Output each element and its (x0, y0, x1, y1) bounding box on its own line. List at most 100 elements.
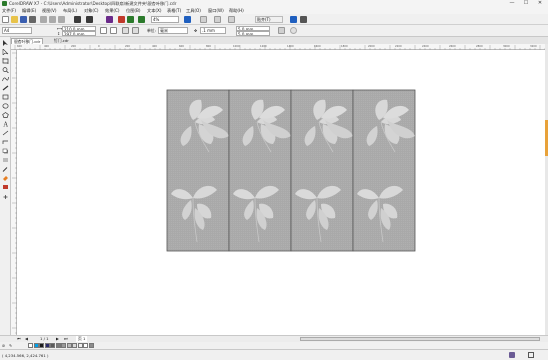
page-navigator: ⏮ ◀ 1 / 1 ▶ ⏭ 页 1 (0, 335, 548, 342)
next-page-button[interactable]: ▶ (56, 336, 59, 341)
zoom-level-select[interactable]: 4% (151, 16, 179, 23)
cut-icon[interactable] (40, 16, 47, 23)
pick-tool-icon[interactable] (2, 40, 9, 46)
save-icon[interactable] (20, 16, 27, 23)
all-pages-icon[interactable] (122, 27, 129, 34)
polygon-tool-icon[interactable] (2, 112, 9, 118)
document-tabs: 银杏叶移门.cdr 钉门.cdr (0, 37, 548, 44)
landscape-icon[interactable] (110, 27, 117, 34)
paste-icon[interactable] (58, 16, 65, 23)
door-panel[interactable] (290, 89, 354, 252)
color-swatch[interactable] (66, 343, 72, 348)
ruler-tick-label: 3200 (530, 44, 537, 48)
welcome-screen-icon[interactable] (300, 16, 307, 23)
ruler-tick-label: 1800 (341, 44, 348, 48)
last-page-button[interactable]: ⏭ (64, 336, 67, 341)
export-icon[interactable] (127, 16, 134, 23)
text-tool-icon[interactable]: A (2, 121, 9, 128)
snap-to-dropdown[interactable]: 贴齐(T) (255, 16, 283, 23)
portrait-icon[interactable] (100, 27, 107, 34)
current-page-icon[interactable] (132, 27, 139, 34)
import-icon[interactable] (118, 16, 125, 23)
color-swatch[interactable] (61, 343, 66, 348)
color-swatch[interactable] (72, 343, 77, 348)
units-select[interactable]: 毫米 (158, 27, 188, 34)
fill-icon[interactable] (509, 352, 515, 358)
eyedropper-icon[interactable] (2, 166, 9, 172)
color-swatch[interactable] (50, 343, 55, 348)
ellipse-tool-icon[interactable] (2, 103, 9, 109)
duplicate-y-field[interactable]: 5.0 mm (236, 31, 270, 36)
treat-as-filled-icon[interactable] (278, 27, 285, 34)
interactive-fill-icon[interactable] (2, 175, 9, 181)
title-bar: CorelDRAW X7 - C:\Users\Administrator\De… (0, 0, 548, 7)
show-rulers-icon[interactable] (200, 16, 207, 23)
add-tool-icon[interactable] (2, 194, 9, 200)
zoom-tool-icon[interactable] (2, 67, 9, 74)
full-screen-icon[interactable] (184, 16, 191, 23)
ruler-tick-label: 3000 (503, 44, 510, 48)
door-panel[interactable] (166, 89, 230, 252)
horizontal-scrollbar[interactable] (300, 337, 540, 341)
transparency-icon[interactable] (2, 157, 9, 163)
ruler-tick-label: 400 (44, 44, 49, 48)
show-grid-icon[interactable] (214, 16, 221, 23)
color-swatch[interactable] (44, 343, 50, 348)
nudge-distance-field[interactable]: .1 mm (200, 27, 226, 34)
shape-tool-icon[interactable] (2, 48, 9, 56)
show-guidelines-icon[interactable] (228, 16, 235, 23)
toolbox: A (0, 37, 11, 340)
door-panel[interactable] (352, 89, 416, 252)
freehand-tool-icon[interactable] (2, 76, 9, 82)
parallel-dimension-icon[interactable] (2, 130, 9, 136)
ruler-tick-label: 600 (179, 44, 184, 48)
svg-text:A: A (3, 121, 9, 127)
ruler-tick-label: 200 (71, 44, 76, 48)
color-swatch[interactable] (83, 343, 88, 348)
maximize-button[interactable]: ☐ (519, 0, 533, 7)
redo-icon[interactable] (86, 16, 93, 23)
pen-icon[interactable]: ✎ (9, 343, 12, 348)
color-swatch[interactable] (33, 343, 39, 348)
search-content-icon[interactable] (106, 16, 113, 23)
color-swatch[interactable] (88, 343, 94, 348)
ruler-tick-label: 2200 (395, 44, 402, 48)
new-icon[interactable] (2, 16, 9, 23)
minimize-button[interactable]: — (505, 0, 519, 7)
options-icon[interactable] (290, 16, 297, 23)
page-height-field[interactable]: 297.0 mm (62, 31, 96, 36)
drop-shadow-icon[interactable] (2, 148, 9, 154)
color-swatch[interactable] (77, 343, 83, 348)
outline-icon[interactable] (528, 352, 534, 358)
first-page-button[interactable]: ⏮ (17, 336, 20, 341)
add-page-icon[interactable] (290, 27, 297, 34)
prev-page-button[interactable]: ◀ (25, 336, 28, 341)
rectangle-tool-icon[interactable] (2, 94, 9, 100)
cursor-coordinates: ( 4,234.566, 2,424.761 ) (2, 353, 49, 358)
connector-tool-icon[interactable] (2, 139, 9, 145)
print-icon[interactable] (29, 16, 36, 23)
no-color-icon[interactable]: ⊘ (2, 343, 5, 348)
smart-fill-icon[interactable] (2, 184, 9, 190)
door-panel[interactable] (228, 89, 292, 252)
ruler-tick-label: 200 (125, 44, 130, 48)
artistic-media-icon[interactable] (2, 85, 9, 91)
app-logo-icon (2, 1, 7, 6)
copy-icon[interactable] (49, 16, 56, 23)
ruler-tick-label: 2000 (368, 44, 375, 48)
app-launcher-icon[interactable] (138, 16, 145, 23)
close-button[interactable]: ✕ (533, 0, 547, 7)
ruler-tick-label: 400 (152, 44, 157, 48)
ruler-tick-label: 1200 (260, 44, 267, 48)
undo-icon[interactable] (74, 16, 81, 23)
door-artwork[interactable] (17, 50, 545, 335)
color-swatch[interactable] (55, 343, 61, 348)
drawing-canvas[interactable] (17, 50, 545, 335)
page-size-select[interactable]: A4 (2, 27, 32, 34)
open-icon[interactable] (11, 16, 18, 23)
color-swatch[interactable] (28, 343, 33, 348)
crop-tool-icon[interactable] (2, 58, 9, 64)
color-swatch[interactable] (39, 343, 44, 348)
color-palette: ⊘ ✎ (0, 342, 548, 349)
ruler-tick-label: 800 (206, 44, 211, 48)
